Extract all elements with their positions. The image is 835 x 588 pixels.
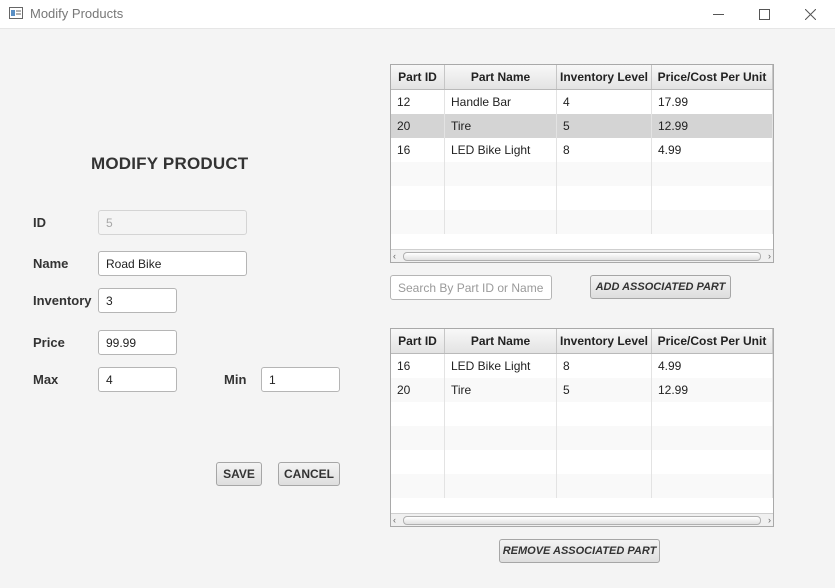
column-header-price[interactable]: Price/Cost Per Unit [652,329,773,353]
min-field[interactable]: 1 [261,367,340,392]
close-button[interactable] [787,0,833,28]
scrollbar-thumb[interactable] [403,516,761,525]
scroll-right-icon[interactable]: › [768,516,771,525]
add-associated-part-button[interactable]: ADD ASSOCIATED PART [590,275,731,299]
column-header-price[interactable]: Price/Cost Per Unit [652,65,773,89]
empty-row [391,426,773,450]
cell-price: 4.99 [652,354,773,378]
cell-inventory: 4 [557,90,652,114]
empty-row [391,450,773,474]
cell-inventory: 5 [557,378,652,402]
table-row[interactable]: 12 Handle Bar 4 17.99 [391,90,773,114]
title-bar: Modify Products [0,0,835,29]
parts-table[interactable]: Part ID Part Name Inventory Level Price/… [390,64,774,263]
min-label: Min [224,372,247,387]
close-icon [804,8,816,20]
cell-part-name: LED Bike Light [445,138,557,162]
max-label: Max [33,372,59,387]
cell-part-id: 16 [391,138,445,162]
table-header: Part ID Part Name Inventory Level Price/… [391,65,773,90]
id-field: 5 [98,210,247,235]
cell-part-id: 20 [391,378,445,402]
empty-row [391,186,773,210]
table-row[interactable]: 20 Tire 5 12.99 [391,378,773,402]
associated-parts-table[interactable]: Part ID Part Name Inventory Level Price/… [390,328,774,527]
cell-part-id: 20 [391,114,445,138]
column-header-inventory-level[interactable]: Inventory Level [557,65,652,89]
window-title: Modify Products [30,6,124,21]
scrollbar-thumb[interactable] [403,252,761,261]
horizontal-scrollbar[interactable]: ‹ › [391,249,773,262]
cell-price: 12.99 [652,378,773,402]
empty-row [391,474,773,498]
cell-price: 4.99 [652,138,773,162]
empty-row [391,210,773,234]
cell-part-name: Tire [445,378,557,402]
column-header-part-name[interactable]: Part Name [445,329,557,353]
maximize-icon [758,8,770,20]
max-field[interactable]: 4 [98,367,177,392]
inventory-field[interactable]: 3 [98,288,177,313]
cell-inventory: 5 [557,114,652,138]
scroll-right-icon[interactable]: › [768,252,771,261]
price-label: Price [33,335,65,350]
cell-part-id: 16 [391,354,445,378]
table-header: Part ID Part Name Inventory Level Price/… [391,329,773,354]
column-header-part-id[interactable]: Part ID [391,65,445,89]
remove-associated-part-button[interactable]: REMOVE ASSOCIATED PART [499,539,660,563]
cell-part-id: 12 [391,90,445,114]
column-header-inventory-level[interactable]: Inventory Level [557,329,652,353]
cell-price: 17.99 [652,90,773,114]
name-field[interactable]: Road Bike [98,251,247,276]
table-row-selected[interactable]: 20 Tire 5 12.99 [391,114,773,138]
empty-row [391,402,773,426]
cell-part-name: LED Bike Light [445,354,557,378]
page-title: MODIFY PRODUCT [91,154,249,173]
maximize-button[interactable] [741,0,787,28]
minimize-icon [712,13,724,15]
cancel-button[interactable]: CANCEL [278,462,340,486]
scroll-left-icon[interactable]: ‹ [393,516,396,525]
window-app-icon [9,7,23,19]
price-field[interactable]: 99.99 [98,330,177,355]
search-input[interactable]: Search By Part ID or Name [390,275,552,300]
empty-row [391,162,773,186]
cell-price: 12.99 [652,114,773,138]
cell-part-name: Tire [445,114,557,138]
cell-inventory: 8 [557,354,652,378]
name-label: Name [33,256,69,271]
table-row[interactable]: 16 LED Bike Light 8 4.99 [391,138,773,162]
column-header-part-id[interactable]: Part ID [391,329,445,353]
cell-inventory: 8 [557,138,652,162]
id-label: ID [33,215,46,230]
column-header-part-name[interactable]: Part Name [445,65,557,89]
scroll-left-icon[interactable]: ‹ [393,252,396,261]
inventory-label: Inventory [33,293,92,308]
horizontal-scrollbar[interactable]: ‹ › [391,513,773,526]
table-row[interactable]: 16 LED Bike Light 8 4.99 [391,354,773,378]
save-button[interactable]: SAVE [216,462,262,486]
minimize-button[interactable] [695,0,741,28]
cell-part-name: Handle Bar [445,90,557,114]
